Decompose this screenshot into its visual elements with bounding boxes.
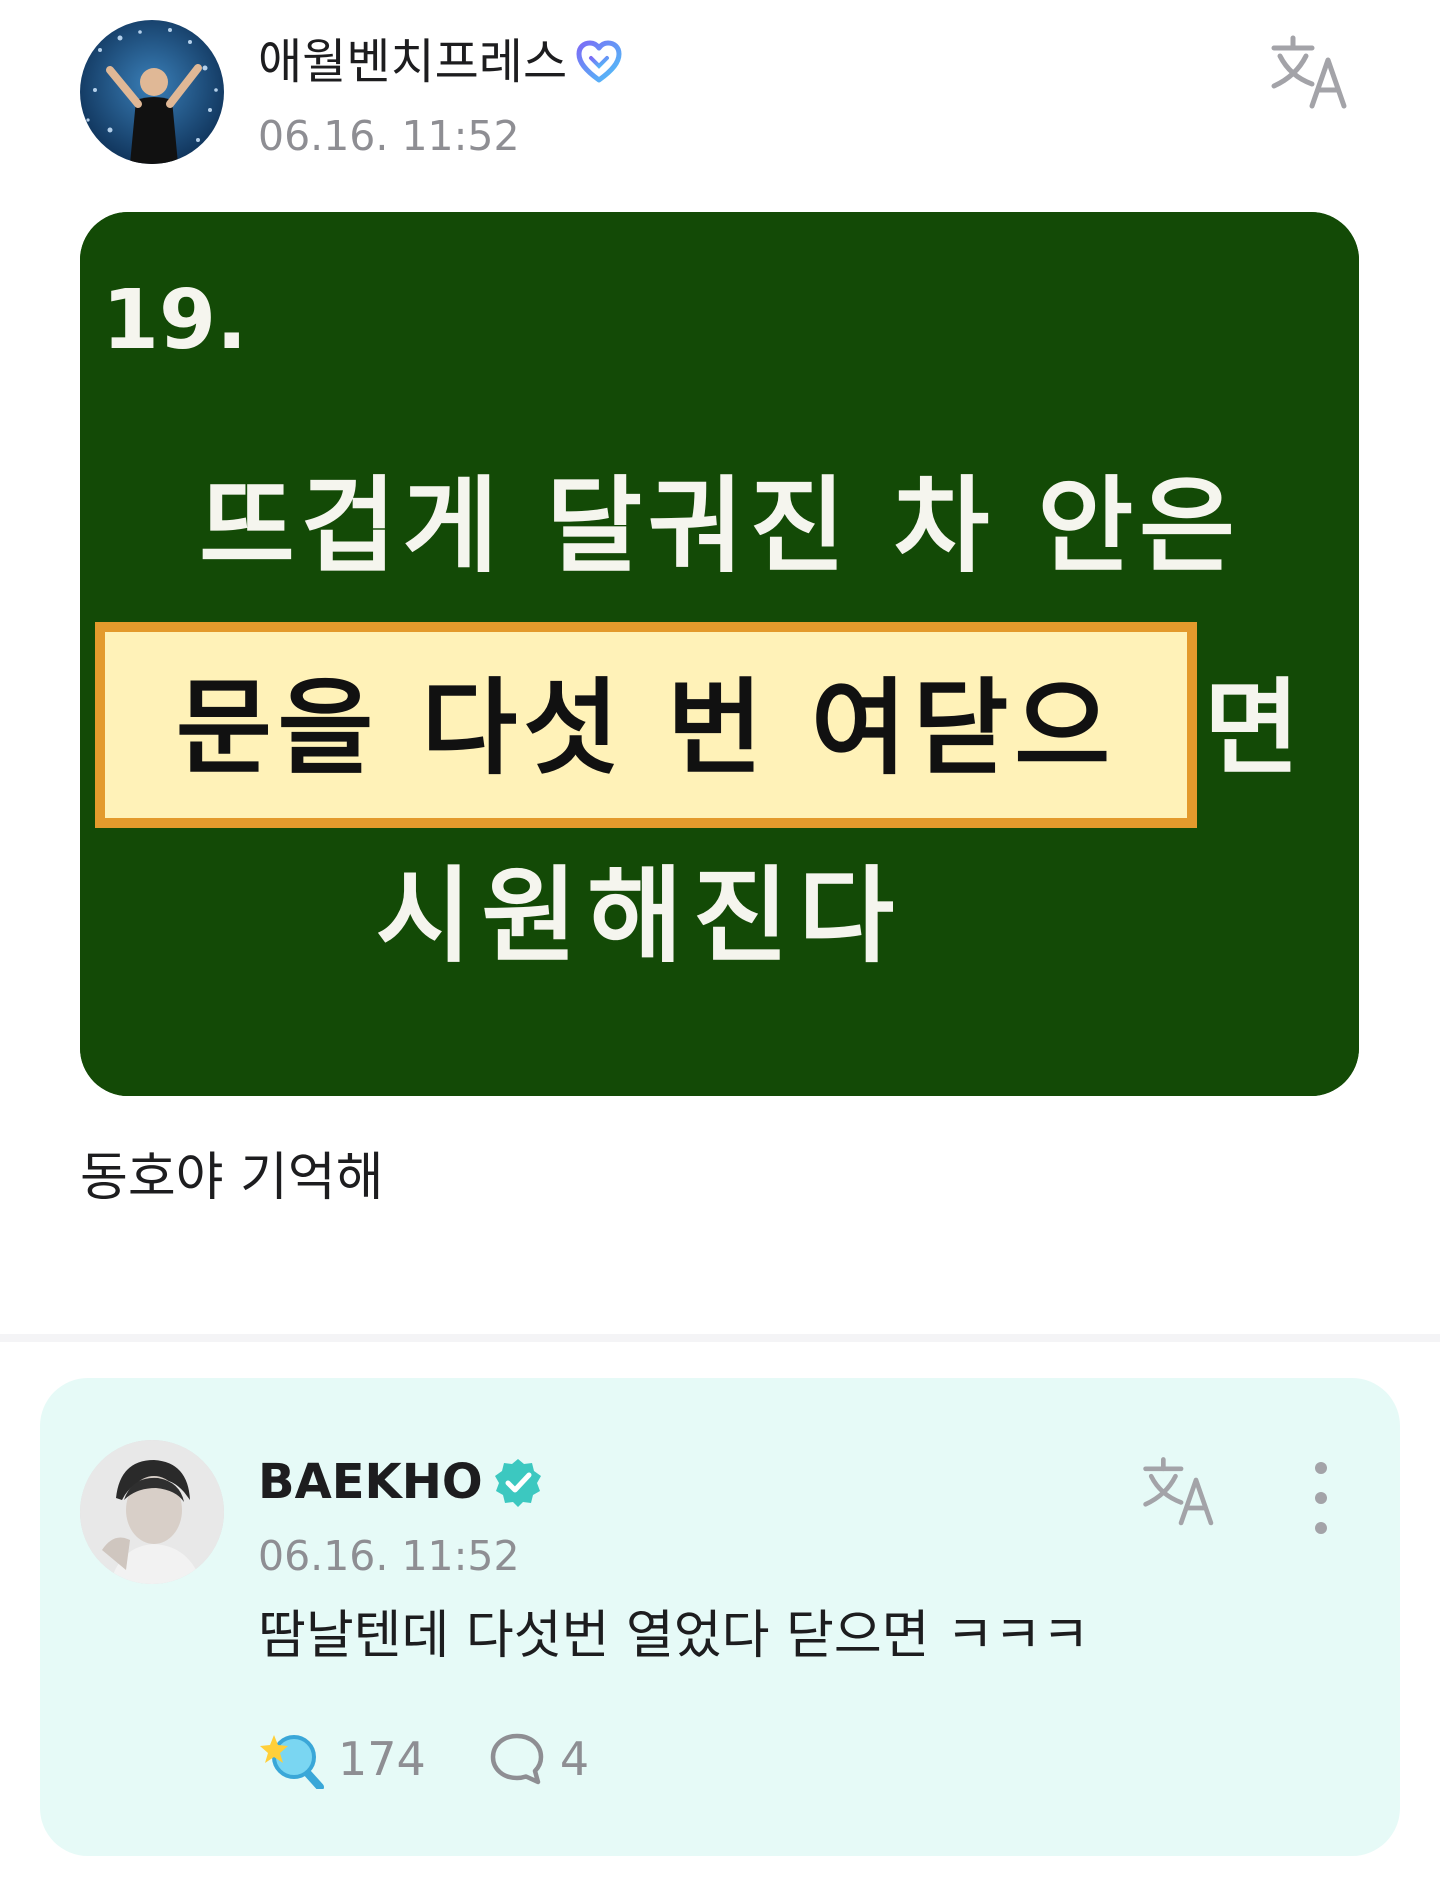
author-name-row[interactable]: 애월벤치프레스	[258, 30, 623, 94]
image-line-1: 뜨겁게 달궈진 차 안은	[199, 465, 1241, 587]
translate-button[interactable]	[1268, 30, 1358, 120]
comment-timestamp: 06.16. 11:52	[258, 1532, 520, 1580]
comment-text: 땀날텐데 다섯번 열었다 닫으면 ㅋㅋㅋ	[258, 1606, 1090, 1666]
post-header: 애월벤치프레스 06.16. 11:52	[80, 20, 1380, 170]
speech-bubble-icon	[490, 1733, 544, 1785]
more-options-button[interactable]	[1306, 1458, 1336, 1538]
section-divider	[0, 1334, 1440, 1342]
reply-button[interactable]: 4	[488, 1730, 589, 1788]
verified-check-icon	[493, 1457, 543, 1507]
image-line-3: 시원해진다	[376, 855, 904, 977]
translate-icon	[1143, 1457, 1214, 1526]
post-timestamp: 06.16. 11:52	[258, 112, 520, 160]
comment-actions: 174 4	[258, 1724, 589, 1794]
commenter-name[interactable]: BAEKHO	[258, 1450, 483, 1514]
more-vertical-icon	[1315, 1462, 1327, 1534]
post-image[interactable]: 19. 뜨겁게 달궈진 차 안은 문을 다섯 번 여닫으 면 시원해진다	[80, 212, 1359, 1096]
image-line-2-highlight: 문을 다섯 번 여닫으	[176, 667, 1116, 789]
post-body-text: 동호야 기억해	[80, 1148, 384, 1208]
comment-translate-button[interactable]	[1140, 1452, 1224, 1536]
commenter-name-row[interactable]: BAEKHO	[258, 1450, 543, 1514]
artist-comment-card[interactable]: BAEKHO 06.16. 11:52 땀날텐데 다섯번 열었다 닫으면 ㅋㅋㅋ…	[40, 1378, 1400, 1856]
author-name[interactable]: 애월벤치프레스	[258, 30, 567, 94]
heart-badge-icon	[575, 38, 623, 86]
author-avatar[interactable]	[80, 20, 224, 164]
commenter-avatar[interactable]	[80, 1440, 224, 1584]
image-line-2-tail: 면	[1204, 667, 1300, 789]
reaction-button[interactable]: 174	[258, 1729, 426, 1789]
reply-count: 4	[559, 1732, 590, 1786]
reaction-count: 174	[338, 1732, 426, 1786]
translate-icon	[1271, 35, 1347, 109]
image-number: 19.	[102, 273, 247, 368]
light-stick-icon	[260, 1735, 324, 1789]
